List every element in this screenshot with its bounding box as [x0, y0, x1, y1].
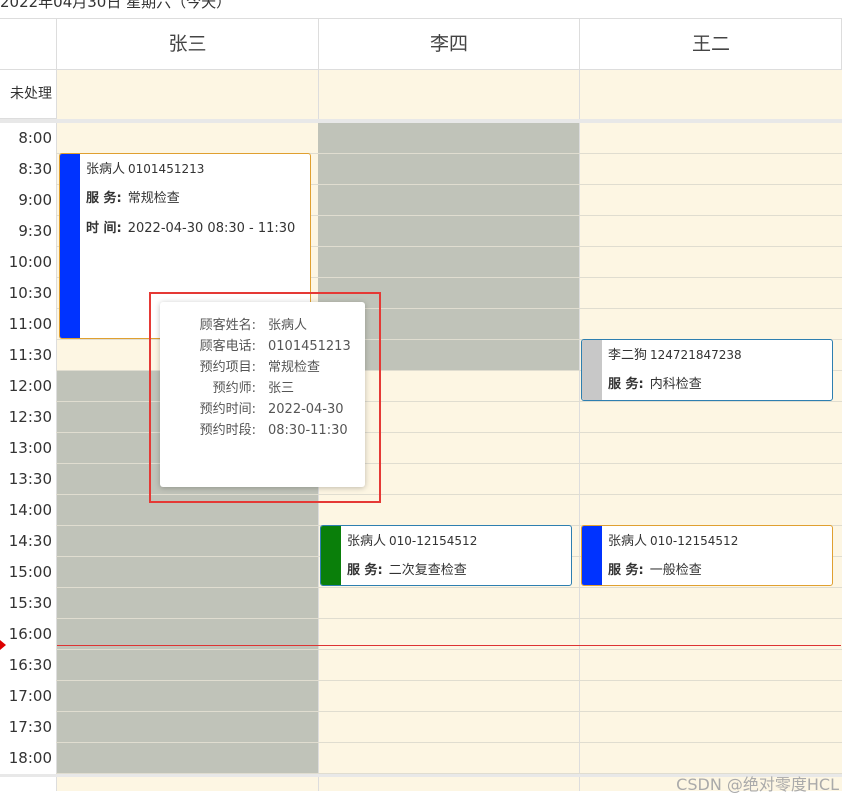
unprocessed-cell[interactable] [56, 70, 318, 119]
slot-divider [0, 649, 842, 650]
event-color-bar [321, 526, 341, 585]
time-label: 16:30 [0, 650, 56, 681]
event-customer-name: 张病人 [608, 534, 648, 549]
appointment-event[interactable]: 李二狗 124721847238 服 务: 内科检查 [581, 339, 833, 401]
slot-divider [0, 680, 842, 681]
slot-divider [0, 432, 842, 433]
time-label: 9:30 [0, 216, 56, 247]
unprocessed-label: 未处理 [10, 86, 52, 102]
event-service: 二次复查检查 [388, 563, 467, 578]
time-label: 12:30 [0, 402, 56, 433]
staff-column-header[interactable]: 张三 [56, 19, 318, 70]
event-service-key: 服 务: [608, 377, 644, 392]
time-label: 9:00 [0, 185, 56, 216]
staff-column-header[interactable]: 李四 [318, 19, 579, 70]
bottom-cell [56, 777, 318, 791]
event-customer-phone: 0101451213 [128, 162, 205, 176]
event-service-key: 服 务: [347, 563, 383, 578]
appointment-event[interactable]: 张病人 010-12154512 服 务: 二次复查检查 [320, 525, 572, 586]
watermark: CSDN @绝对零度HCL [676, 775, 839, 794]
slot-divider [0, 711, 842, 712]
slot-divider [0, 587, 842, 588]
event-service: 常规检查 [127, 191, 180, 206]
time-label: 10:00 [0, 247, 56, 278]
slot-divider [0, 742, 842, 743]
slot-divider [0, 494, 842, 495]
event-time-key: 时 间: [86, 221, 122, 236]
time-label: 13:00 [0, 433, 56, 464]
time-label: 13:30 [0, 464, 56, 495]
time-label: 8:30 [0, 154, 56, 185]
unprocessed-cell[interactable] [579, 70, 842, 119]
event-color-bar [60, 154, 80, 338]
event-service-key: 服 务: [86, 191, 122, 206]
staff-header-row: 张三 李四 王二 [0, 19, 842, 70]
bottom-cell [318, 777, 579, 791]
staff-column-header[interactable]: 王二 [579, 19, 842, 70]
event-time: 2022-04-30 08:30 - 11:30 [127, 221, 296, 236]
slot-divider [0, 401, 842, 402]
time-label: 11:00 [0, 309, 56, 340]
time-label: 17:00 [0, 681, 56, 712]
time-label: 15:30 [0, 588, 56, 619]
time-label: 16:00 [0, 619, 56, 650]
slot-divider [0, 618, 842, 619]
time-label: 18:00 [0, 743, 56, 774]
time-label: 12:00 [0, 371, 56, 402]
highlight-box [149, 292, 381, 503]
staff-column-slots[interactable] [579, 123, 842, 774]
unprocessed-row: 未处理 [0, 70, 842, 119]
current-time-arrow-icon [0, 640, 6, 650]
time-label: 11:30 [0, 340, 56, 371]
time-label: 8:00 [0, 123, 56, 154]
appointment-calendar: 张三 李四 王二 未处理 8:00 8:30 9:00 9:30 10:00 10:30 1… [0, 18, 842, 791]
slot-divider [0, 463, 842, 464]
current-time-line [57, 645, 841, 646]
event-customer-phone: 010-12154512 [650, 534, 739, 548]
event-service-key: 服 务: [608, 563, 644, 578]
event-customer-name: 张病人 [347, 534, 387, 549]
time-label: 17:30 [0, 712, 56, 743]
time-label: 14:00 [0, 495, 56, 526]
appointment-event[interactable]: 张病人 010-12154512 服 务: 一般检查 [581, 525, 833, 586]
time-label: 15:00 [0, 557, 56, 588]
event-customer-phone: 010-12154512 [389, 534, 478, 548]
event-color-bar [582, 526, 602, 585]
event-color-bar [582, 340, 602, 400]
time-label: 14:30 [0, 526, 56, 557]
event-customer-name: 张病人 [86, 162, 126, 177]
event-customer-phone: 124721847238 [650, 348, 742, 362]
date-title: 2022年04月30日 星期六（今天） [0, 0, 232, 11]
event-service: 内科检查 [649, 377, 702, 392]
event-service: 一般检查 [649, 563, 702, 578]
event-customer-name: 李二狗 [608, 348, 648, 363]
time-label: 10:30 [0, 278, 56, 309]
unprocessed-cell[interactable] [318, 70, 579, 119]
